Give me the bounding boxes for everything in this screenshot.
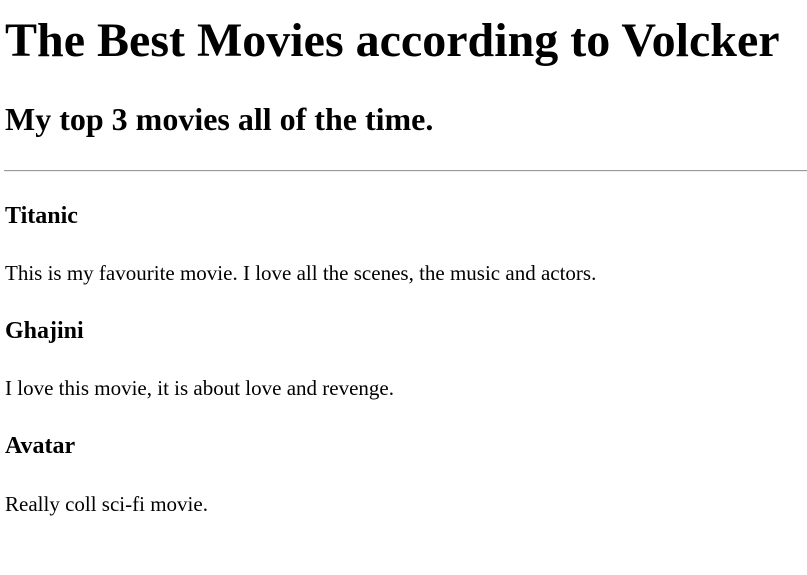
movie-title: Titanic xyxy=(5,203,78,229)
movie-description: I love this movie, it is about love and … xyxy=(5,376,394,400)
movie-title: Avatar xyxy=(5,433,76,459)
page-subtitle: My top 3 movies all of the time. xyxy=(5,101,434,137)
movie-title: Ghajini xyxy=(5,318,84,344)
movie-description: Really coll sci-fi movie. xyxy=(5,492,208,516)
movie-description: This is my favourite movie. I love all t… xyxy=(5,261,597,285)
page-title: The Best Movies according to Volcker xyxy=(5,14,780,67)
divider xyxy=(4,170,807,172)
